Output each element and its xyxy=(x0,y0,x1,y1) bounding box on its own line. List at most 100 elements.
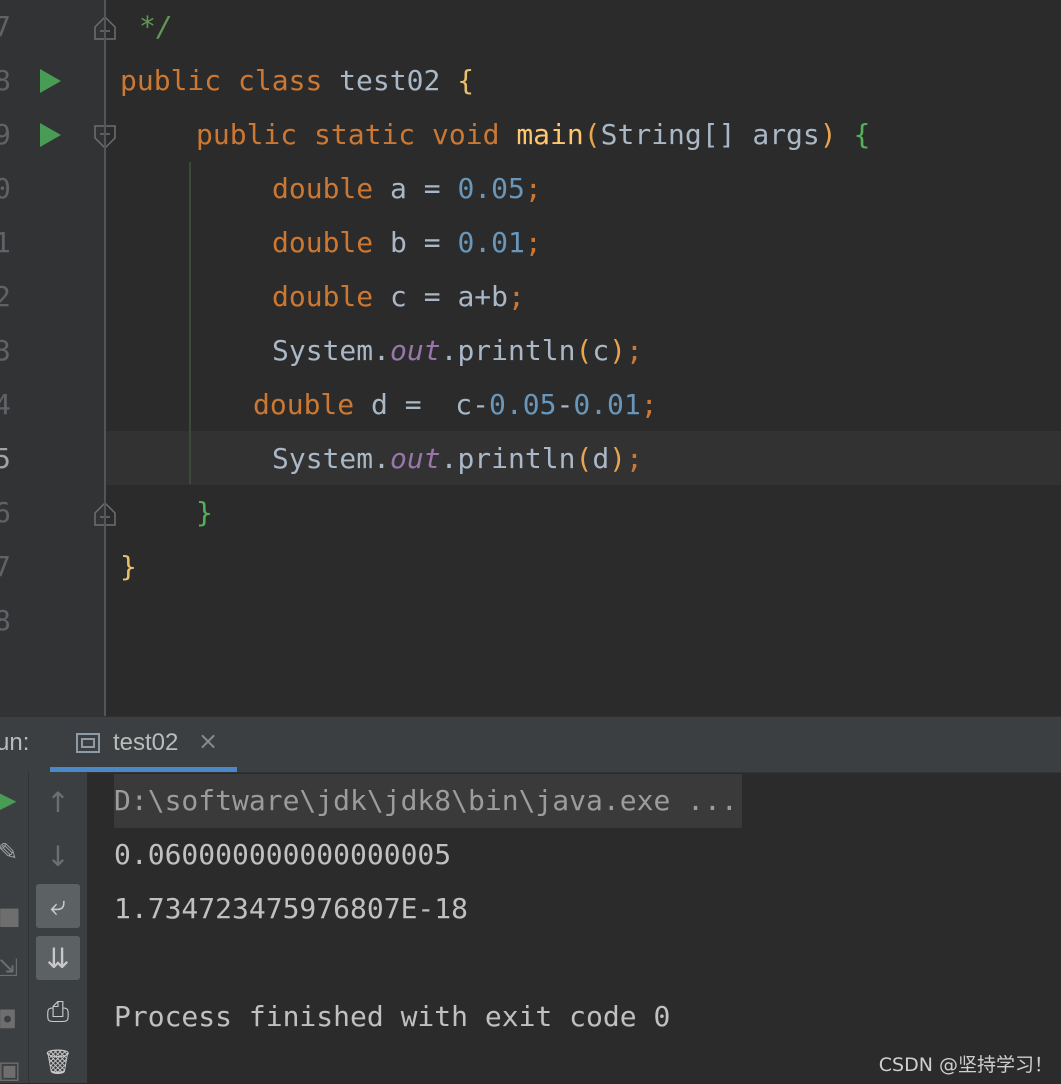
code-line-16[interactable]: } xyxy=(196,486,213,540)
line-number: 3 xyxy=(0,334,11,367)
console-command-line[interactable]: D:\software\jdk\jdk8\bin\java.exe ... xyxy=(114,774,742,828)
run-tab-label: test02 xyxy=(113,729,179,756)
semicolon: ; xyxy=(640,388,658,421)
code-line-10[interactable]: double a = 0.05; xyxy=(272,162,542,216)
code-line-13[interactable]: System.out.println(c); xyxy=(272,324,643,378)
paren: ( xyxy=(575,442,593,475)
scroll-to-end-icon[interactable]: ⇊ xyxy=(36,936,80,980)
paren: ) xyxy=(819,118,837,151)
scroll-down-icon[interactable]: ↓ xyxy=(36,834,80,878)
params: String[] args xyxy=(600,118,820,151)
trash-icon[interactable]: 🗑 xyxy=(36,1040,80,1084)
keyword: public xyxy=(120,64,222,97)
print-icon[interactable]: ⎙ xyxy=(36,990,80,1034)
run-class-icon[interactable] xyxy=(40,69,61,93)
paren: ) xyxy=(609,334,627,367)
line-number: 0 xyxy=(0,172,11,205)
paren: ) xyxy=(609,442,627,475)
comment-end: */ xyxy=(139,10,173,43)
keyword: void xyxy=(432,118,500,151)
keyword: static xyxy=(314,118,416,151)
number-literal: 0.05 xyxy=(457,172,525,205)
semicolon: ; xyxy=(626,334,643,367)
code-text: - xyxy=(556,388,574,421)
code-text: System. xyxy=(272,334,391,367)
settings-icon[interactable]: ✎ xyxy=(0,838,18,866)
camera-icon[interactable]: ◘ xyxy=(0,1006,17,1034)
line-number: 1 xyxy=(0,226,11,259)
number-literal: 0.05 xyxy=(489,388,557,421)
close-tab-icon[interactable]: × xyxy=(198,727,218,755)
gutter-divider xyxy=(104,0,106,716)
run-left-toolbar: ▶ ✎ ■ ⇲ ◘ ▣ xyxy=(0,772,28,1084)
editor-gutter: 7 8 9 0 1 2 3 4 5 6 7 8 xyxy=(0,0,116,716)
console-window-icon xyxy=(76,733,100,753)
code-text: d = c- xyxy=(371,388,490,421)
keyword: double xyxy=(253,388,355,421)
run-title: un: xyxy=(0,729,30,756)
semicolon: ; xyxy=(524,226,542,259)
run-main-icon[interactable] xyxy=(40,123,61,147)
code-line-15[interactable]: System.out.println(d); xyxy=(272,432,643,486)
brace: { xyxy=(457,64,475,97)
line-number: 4 xyxy=(0,388,11,421)
console-exit-line: Process finished with exit code 0 xyxy=(114,1000,671,1033)
scroll-up-icon[interactable]: ↑ xyxy=(36,780,80,824)
static-field: out xyxy=(390,442,441,475)
line-number: 7 xyxy=(0,550,11,583)
code-text: c = a+b xyxy=(390,280,509,313)
code-text: b = xyxy=(390,226,458,259)
code-line-12[interactable]: double c = a+b; xyxy=(272,270,525,324)
line-number: 8 xyxy=(0,604,11,637)
console-output[interactable]: D:\software\jdk\jdk8\bin\java.exe ... 0.… xyxy=(86,772,1061,1083)
semicolon: ; xyxy=(524,172,542,205)
keyword: double xyxy=(272,172,374,205)
code-line-14[interactable]: double d = c-0.05-0.01; xyxy=(253,378,658,432)
code-editor[interactable]: 7 8 9 0 1 2 3 4 5 6 7 8 */ public class … xyxy=(0,0,1061,716)
stop-icon[interactable]: ■ xyxy=(0,902,21,930)
pin-icon[interactable]: ▣ xyxy=(0,1056,21,1084)
static-field: out xyxy=(390,334,441,367)
code-line-8[interactable]: public class test02 { xyxy=(120,54,474,108)
line-number: 7 xyxy=(0,10,11,43)
line-number: 6 xyxy=(0,496,11,529)
code-text: a = xyxy=(390,172,458,205)
code-text: c xyxy=(592,334,610,367)
code-line-11[interactable]: double b = 0.01; xyxy=(272,216,542,270)
rerun-icon[interactable]: ▶ xyxy=(0,786,16,814)
run-tab-test02[interactable]: test02 × xyxy=(50,717,237,772)
line-number: 8 xyxy=(0,64,11,97)
code-text: System. xyxy=(272,442,391,475)
code-line-9[interactable]: public static void main(String[] args) { xyxy=(196,108,870,162)
keyword: double xyxy=(272,280,374,313)
semicolon: ; xyxy=(626,442,643,475)
layout-icon[interactable]: ⇲ xyxy=(0,954,18,982)
method-name: main xyxy=(516,118,584,151)
class-name: test02 xyxy=(339,64,441,97)
line-number-current: 5 xyxy=(0,442,11,475)
paren: ( xyxy=(575,334,593,367)
number-literal: 0.01 xyxy=(457,226,525,259)
brace: } xyxy=(120,550,137,583)
code-text: .println xyxy=(440,442,576,475)
console-output-line: 1.734723475976807E-18 xyxy=(114,892,469,925)
code-text: .println xyxy=(440,334,576,367)
soft-wrap-icon[interactable]: ⤶ xyxy=(36,884,80,928)
console-output-line: 0.060000000000000005 xyxy=(114,838,452,871)
keyword: class xyxy=(238,64,323,97)
run-tool-window: un: test02 × ▶ ✎ ■ ⇲ ◘ ▣ ↑ ↓ ⤶ ⇊ ⎙ 🗑 D:\… xyxy=(0,716,1061,1084)
keyword: double xyxy=(272,226,374,259)
paren: ( xyxy=(583,118,601,151)
code-line-17[interactable]: } xyxy=(120,540,137,594)
console-toolbar: ↑ ↓ ⤶ ⇊ ⎙ 🗑 xyxy=(28,772,87,1083)
semicolon: ; xyxy=(508,280,525,313)
watermark: CSDN @坚持学习！ xyxy=(878,1054,1053,1076)
brace: } xyxy=(196,496,213,529)
number-literal: 0.01 xyxy=(573,388,641,421)
code-line-7[interactable]: */ xyxy=(139,0,173,54)
brace: { xyxy=(853,118,871,151)
keyword: public xyxy=(196,118,298,151)
line-number: 2 xyxy=(0,280,11,313)
indent-guide xyxy=(189,162,191,484)
run-tool-header: un: test02 × xyxy=(0,716,1061,773)
